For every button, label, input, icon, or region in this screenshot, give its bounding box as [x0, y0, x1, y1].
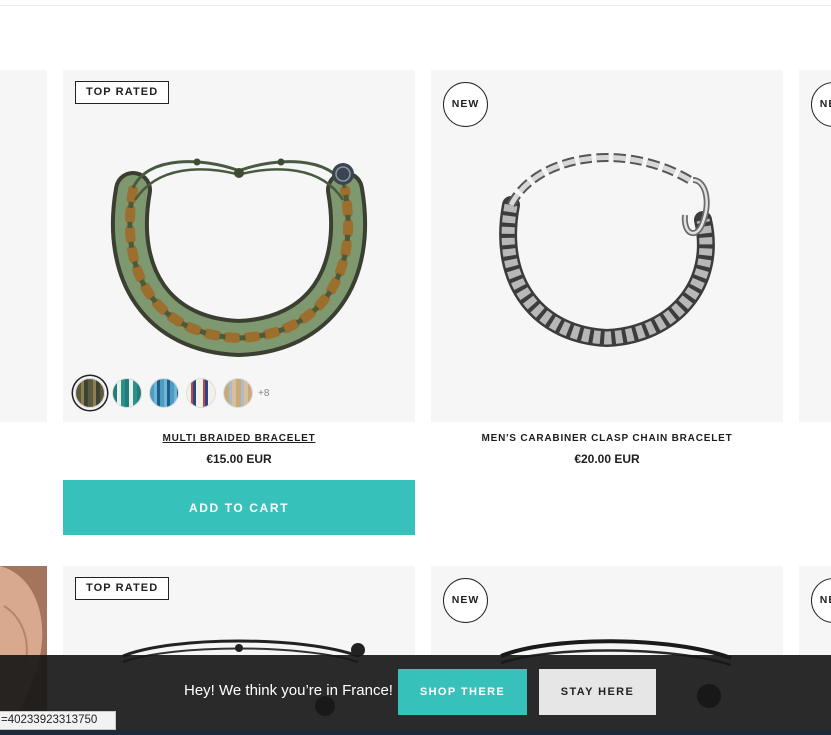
- product-title-link[interactable]: MEN'S CARABINER CLASP CHAIN BRACELET: [431, 433, 783, 444]
- product-price: €15.00 EUR: [206, 452, 272, 466]
- status-url-tooltip: =40233923313750: [0, 711, 116, 730]
- swatch-teal-stripe[interactable]: [112, 378, 142, 408]
- braided-bracelet-image: [110, 158, 368, 358]
- product-grid-page: TOP RATED +8 MULTI BRAIDED BRACELET €15.…: [0, 0, 831, 735]
- add-to-cart-button[interactable]: ADD TO CART: [63, 480, 415, 535]
- bottom-strip: [0, 730, 831, 735]
- top-rated-badge: TOP RATED: [75, 577, 170, 600]
- new-badge: NEW: [443, 578, 488, 623]
- banner-message: Hey! We think you’re in France!: [184, 682, 393, 699]
- product-price: €20.00 EUR: [574, 452, 640, 466]
- new-badge: NEW: [811, 578, 831, 623]
- swatch-blue-stripe[interactable]: [149, 378, 179, 408]
- top-rated-badge: TOP RATED: [75, 81, 170, 104]
- swatch-tan-stripe[interactable]: [223, 378, 253, 408]
- geo-location-banner: Hey! We think you’re in France! SHOP THE…: [0, 655, 831, 730]
- more-swatches-count[interactable]: +8: [258, 388, 269, 399]
- color-swatches: +8: [75, 378, 269, 408]
- product-card-multi-braided[interactable]: TOP RATED +8: [63, 70, 415, 422]
- swatch-red-blue-stripe[interactable]: [186, 378, 216, 408]
- shop-there-button[interactable]: SHOP THERE: [398, 669, 527, 715]
- stay-here-button[interactable]: STAY HERE: [539, 669, 656, 715]
- swatch-olive-stripe[interactable]: [75, 378, 105, 408]
- product-title-link[interactable]: MULTI BRAIDED BRACELET: [63, 433, 415, 444]
- chain-bracelet-image: [499, 153, 715, 348]
- product-card-partial-left[interactable]: [0, 70, 47, 422]
- product-card-partial-right[interactable]: NEW: [799, 70, 831, 422]
- product-card-carabiner-chain[interactable]: NEW: [431, 70, 783, 422]
- new-badge: NEW: [811, 82, 831, 127]
- header-divider: [0, 5, 831, 6]
- new-badge: NEW: [443, 82, 488, 127]
